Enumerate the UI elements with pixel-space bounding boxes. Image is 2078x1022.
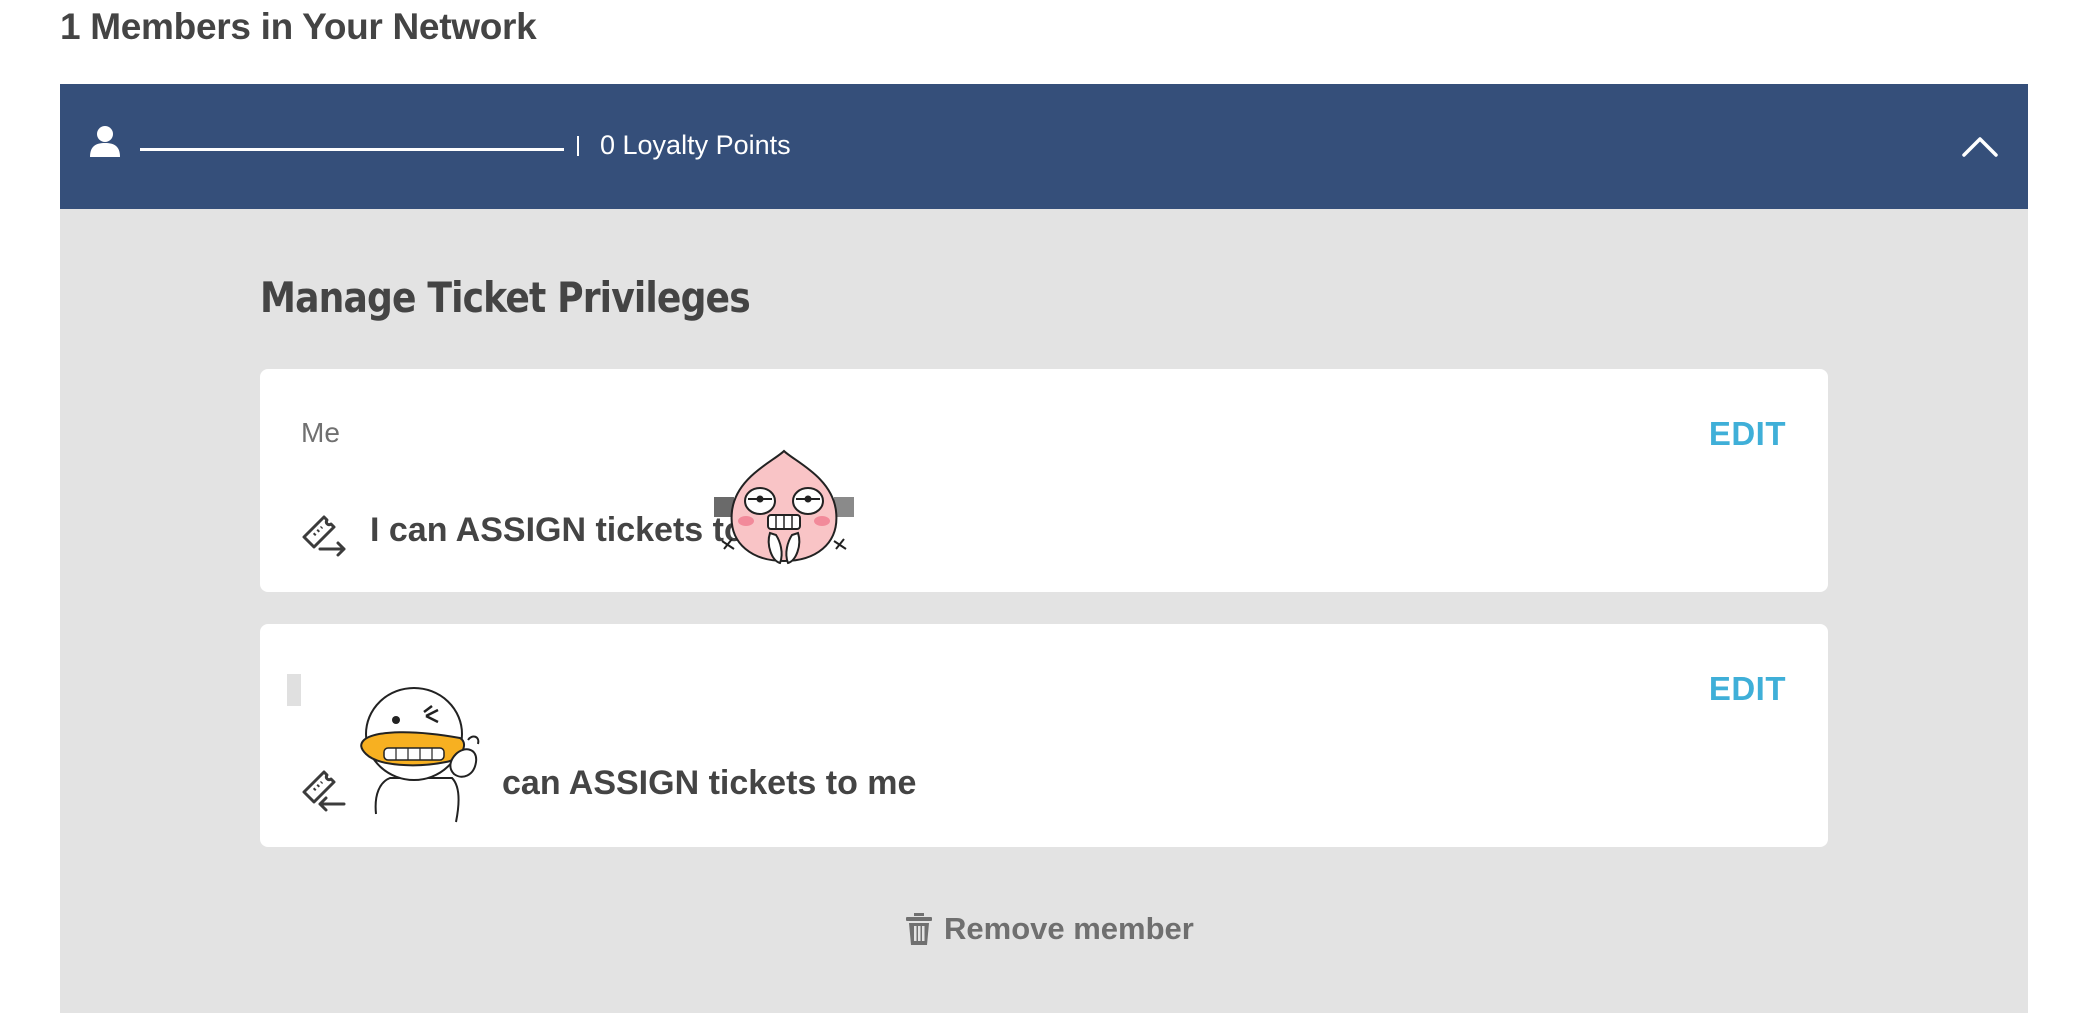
member-name-field (140, 148, 564, 151)
loyalty-points: 0 Loyalty Points (600, 130, 791, 160)
privilege-text: can ASSIGN tickets to me (502, 764, 917, 802)
user-icon (88, 124, 122, 158)
ticket-assign-out-icon (300, 509, 352, 561)
duck-character-sticker (356, 682, 486, 832)
trash-icon (906, 913, 932, 945)
privilege-card-outgoing: Me EDIT I can ASSIGN tickets to (260, 369, 1828, 592)
privilege-card-incoming: EDIT can ASSIGN tickets to me (260, 624, 1828, 847)
ticket-assign-in-icon (300, 764, 352, 816)
member-name-placeholder (287, 674, 301, 706)
edit-button[interactable]: EDIT (1709, 670, 1786, 708)
remove-member-button[interactable]: Remove member (906, 909, 1194, 949)
privilege-text: I can ASSIGN tickets to (370, 511, 745, 549)
card-label: Me (301, 417, 340, 448)
edit-button[interactable]: EDIT (1709, 415, 1786, 453)
remove-member-label: Remove member (944, 911, 1194, 946)
page-title: 1 Members in Your Network (60, 6, 537, 47)
chevron-up-icon[interactable] (1956, 122, 2004, 170)
member-header[interactable]: 0 Loyalty Points (60, 84, 2028, 209)
divider (577, 136, 579, 156)
member-details-panel: Manage Ticket Privileges Me EDIT I can A… (60, 209, 2028, 1013)
peach-character-sticker (714, 449, 854, 579)
section-title: Manage Ticket Privileges (260, 273, 751, 322)
